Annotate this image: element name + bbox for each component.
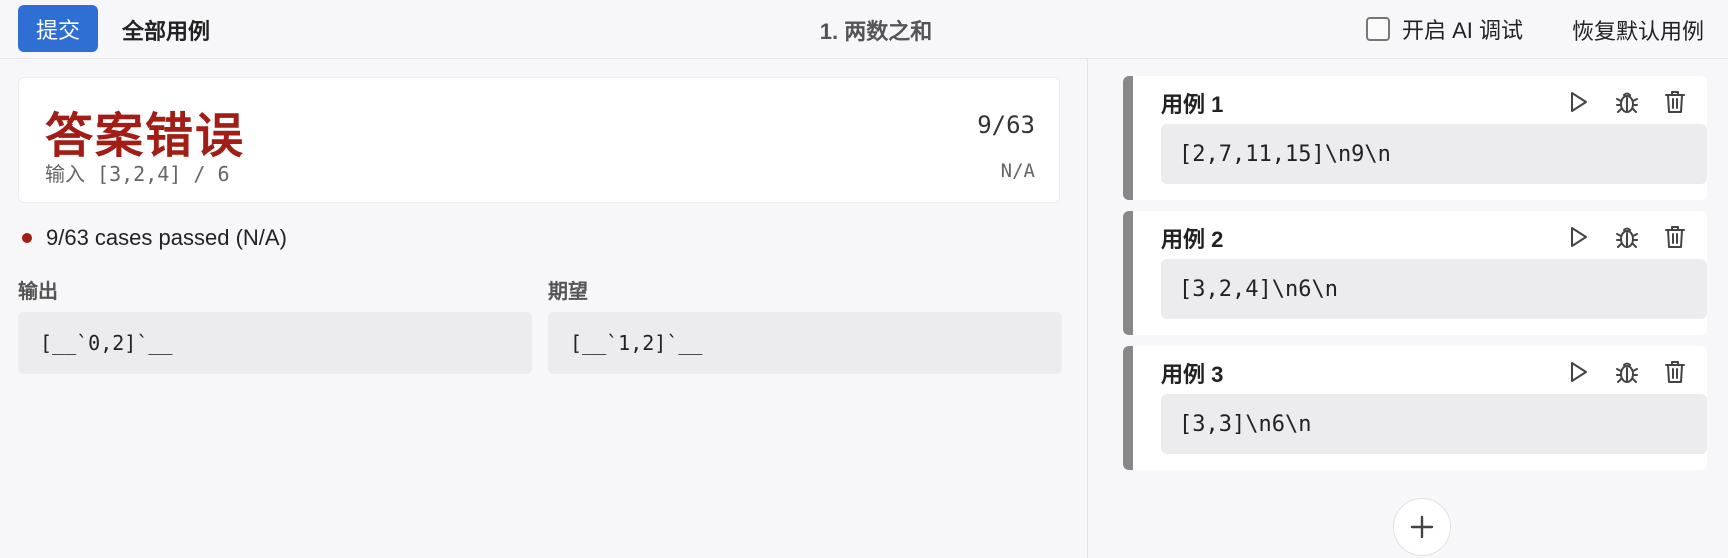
bug-icon[interactable] [1609,84,1645,120]
result-pane: 答案错误 输入 [3,2,4] / 6 9/63 N/A 9/63 cases … [0,59,1087,558]
output-label: 输出 [18,281,58,303]
failed-input-text: 输入 [3,2,4] / 6 [45,162,230,186]
restore-default-cases-button[interactable]: 恢复默认用例 [1572,14,1704,46]
case-actions [1549,84,1693,120]
test-case-card: 用例 2 [3,2,4]\n6\n [1123,211,1707,335]
result-card: 答案错误 输入 [3,2,4] / 6 9/63 N/A [18,77,1060,203]
expected-value: [__`1,2]`__ [548,312,1062,374]
status-dot-icon [22,233,32,243]
case-accent-bar [1123,211,1133,335]
play-icon[interactable] [1561,219,1597,255]
ai-debug-toggle[interactable]: 开启 AI 调试 [1366,13,1523,45]
case-title: 用例 1 [1161,92,1224,117]
bug-icon[interactable] [1609,354,1645,390]
add-case-button[interactable] [1393,498,1451,556]
case-actions [1549,219,1693,255]
case-title: 用例 2 [1161,227,1224,252]
ai-debug-checkbox[interactable] [1366,17,1390,41]
expected-label: 期望 [548,281,588,303]
case-accent-bar [1123,346,1133,470]
verdict-text: 答案错误 [45,108,246,164]
trash-icon[interactable] [1657,354,1693,390]
score-text: 9/63 [977,111,1035,139]
plus-icon [1410,515,1434,539]
case-input-editor[interactable]: [3,3]\n6\n [1161,394,1707,454]
case-accent-bar [1123,76,1133,200]
runtime-text: N/A [1000,160,1035,182]
play-icon[interactable] [1561,354,1597,390]
pane-divider[interactable] [1087,59,1088,558]
test-case-card: 用例 1 [2,7,11,15]\n9\n [1123,76,1707,200]
all-cases-button[interactable]: 全部用例 [122,14,210,46]
pass-summary: 9/63 cases passed (N/A) [22,225,287,251]
case-title: 用例 3 [1161,362,1224,387]
bug-icon[interactable] [1609,219,1645,255]
top-toolbar: 提交 全部用例 1. 两数之和 开启 AI 调试 恢复默认用例 [0,0,1728,59]
test-case-card: 用例 3 [3,3]\n6\n [1123,346,1707,470]
pass-summary-text: 9/63 cases passed (N/A) [46,225,287,250]
submit-button[interactable]: 提交 [18,5,98,52]
output-value: [__`0,2]`__ [18,312,532,374]
case-input-editor[interactable]: [2,7,11,15]\n9\n [1161,124,1707,184]
trash-icon[interactable] [1657,84,1693,120]
play-icon[interactable] [1561,84,1597,120]
case-actions [1549,354,1693,390]
case-input-editor[interactable]: [3,2,4]\n6\n [1161,259,1707,319]
trash-icon[interactable] [1657,219,1693,255]
ai-debug-label: 开启 AI 调试 [1402,18,1524,43]
